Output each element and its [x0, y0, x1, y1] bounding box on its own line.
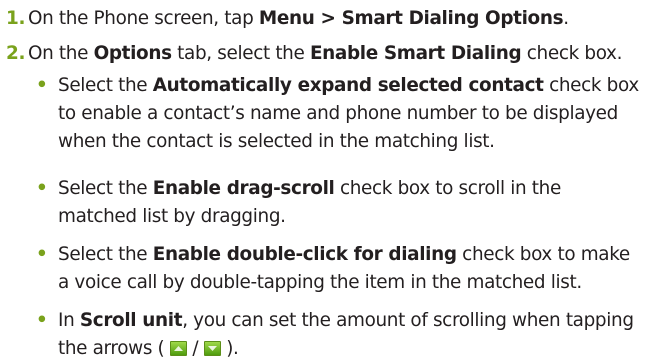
step-number: 1. — [6, 8, 26, 29]
bullet-marker: • — [36, 310, 48, 331]
bullet-item: • Select the Automatically expand select… — [36, 72, 643, 156]
bullet-marker: • — [36, 75, 48, 96]
step-number: 2. — [6, 43, 26, 64]
bullet-item: • In Scroll unit, you can set the amount… — [36, 307, 643, 363]
step-text: On the Options tab, select the Enable Sm… — [28, 43, 623, 64]
bullet-item: • Select the Enable drag-scroll check bo… — [36, 175, 643, 231]
bullet-item: • Select the Enable double-click for dia… — [36, 241, 643, 297]
step-2: 2. On the Options tab, select the Enable … — [6, 40, 643, 67]
step-text: On the Phone screen, tap Menu > Smart Di… — [28, 8, 569, 29]
option-name: Automatically expand selected contact — [152, 75, 544, 96]
scroll-down-arrow-icon — [203, 341, 221, 356]
bullet-marker: • — [36, 244, 48, 265]
bullet-marker: • — [36, 178, 48, 199]
step-1: 1. On the Phone screen, tap Menu > Smart … — [6, 5, 643, 32]
menu-path: Menu > Smart Dialing Options — [258, 8, 564, 29]
tab-name: Options — [93, 43, 172, 64]
option-name: Scroll unit — [79, 310, 183, 331]
option-name: Enable drag-scroll — [152, 178, 335, 199]
option-name: Enable double-click for dialing — [152, 244, 457, 265]
scroll-up-arrow-icon — [169, 341, 187, 356]
option-name: Enable Smart Dialing — [309, 43, 522, 64]
